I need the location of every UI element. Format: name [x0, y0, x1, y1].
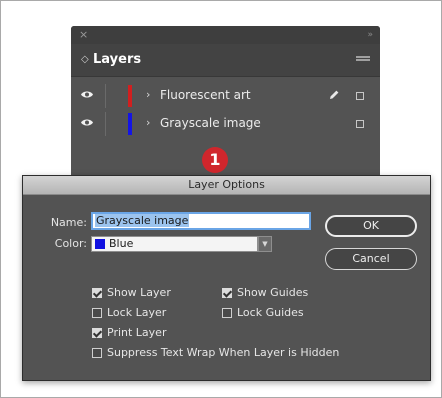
color-select-value: Blue: [109, 237, 134, 250]
name-field[interactable]: Grayscale image: [91, 212, 311, 230]
name-field-value: Grayscale image: [95, 214, 190, 227]
show-layer-label: Show Layer: [107, 286, 171, 299]
tab-expand-icon[interactable]: ◇: [81, 53, 89, 67]
suppress-text-wrap-label: Suppress Text Wrap When Layer is Hidden: [107, 346, 340, 359]
print-layer-checkbox[interactable]: [92, 328, 102, 338]
color-select[interactable]: Blue: [91, 236, 258, 252]
print-layer-label: Print Layer: [107, 326, 167, 339]
eye-icon[interactable]: [80, 118, 94, 127]
lock-layer-label: Lock Layer: [107, 306, 167, 319]
color-label: Color:: [54, 237, 87, 250]
collapse-icon[interactable]: »: [367, 27, 372, 43]
color-swatch: [95, 239, 105, 249]
name-label: Name:: [50, 216, 87, 229]
eye-icon[interactable]: [80, 90, 94, 99]
lock-guides-checkbox[interactable]: [222, 308, 232, 318]
layer-name[interactable]: Grayscale image: [160, 115, 261, 131]
layer-row[interactable]: › Fluorescent art: [71, 82, 380, 110]
target-square-icon[interactable]: [356, 92, 364, 100]
close-icon[interactable]: ×: [79, 27, 88, 43]
row-divider: [105, 84, 106, 108]
tab-layers[interactable]: Layers: [93, 51, 141, 69]
callout-badge: 1: [202, 147, 228, 173]
layer-name[interactable]: Fluorescent art: [160, 87, 251, 103]
cancel-button[interactable]: Cancel: [325, 248, 417, 270]
chevron-right-icon[interactable]: ›: [146, 116, 150, 130]
chevron-down-icon[interactable]: ▼: [258, 236, 272, 252]
show-guides-checkbox[interactable]: [222, 288, 232, 298]
row-divider: [105, 112, 106, 136]
panel-title-bar: × »: [71, 26, 380, 44]
panel-menu-icon[interactable]: [356, 56, 370, 64]
show-layer-checkbox[interactable]: [92, 288, 102, 298]
show-guides-label: Show Guides: [237, 286, 309, 299]
dialog-title: Layer Options: [188, 178, 265, 191]
ok-button[interactable]: OK: [325, 215, 417, 237]
layer-row[interactable]: › Grayscale image: [71, 110, 380, 138]
lock-guides-label: Lock Guides: [237, 306, 304, 319]
suppress-text-wrap-checkbox[interactable]: [92, 348, 102, 358]
lock-layer-checkbox[interactable]: [92, 308, 102, 318]
chevron-right-icon[interactable]: ›: [146, 88, 150, 102]
layer-color-bar: [128, 113, 132, 135]
layer-options-dialog: Layer Options Name: Grayscale image Colo…: [22, 175, 431, 381]
pencil-icon: [330, 90, 339, 99]
layer-color-bar: [128, 85, 132, 107]
panel-tab-bar: ◇ Layers: [71, 44, 380, 77]
target-square-icon[interactable]: [356, 120, 364, 128]
dialog-title-bar: Layer Options: [23, 176, 430, 195]
